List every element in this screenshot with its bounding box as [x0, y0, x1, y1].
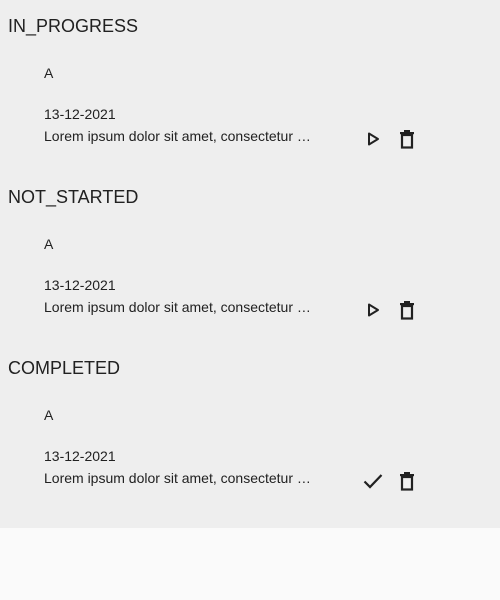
task-board-panel: IN_PROGRESS A 13-12-2021 Lorem ipsum dol… [0, 0, 500, 528]
trash-icon [400, 130, 414, 149]
task-date: 13-12-2021 [44, 106, 116, 122]
trash-icon [400, 472, 414, 491]
play-icon [368, 132, 379, 146]
task-title: A [44, 236, 54, 252]
play-icon [368, 303, 379, 317]
task-date: 13-12-2021 [44, 277, 116, 293]
task-description: Lorem ipsum dolor sit amet, consectetur … [44, 470, 312, 486]
task-title: A [44, 65, 54, 81]
task-description: Lorem ipsum dolor sit amet, consectetur … [44, 128, 312, 144]
start-task-button[interactable] [359, 125, 387, 153]
section-title: IN_PROGRESS [8, 16, 139, 36]
section-completed: COMPLETED A 13-12-2021 Lorem ipsum dolor… [0, 342, 500, 513]
delete-task-button[interactable] [393, 125, 421, 153]
trash-icon [400, 301, 414, 320]
section-in-progress: IN_PROGRESS A 13-12-2021 Lorem ipsum dol… [0, 0, 500, 171]
section-title: COMPLETED [8, 358, 121, 378]
section-title: NOT_STARTED [8, 187, 139, 207]
task-title: A [44, 407, 54, 423]
check-icon [363, 474, 383, 489]
delete-task-button[interactable] [393, 467, 421, 495]
section-not-started: NOT_STARTED A 13-12-2021 Lorem ipsum dol… [0, 171, 500, 342]
delete-task-button[interactable] [393, 296, 421, 324]
start-task-button[interactable] [359, 296, 387, 324]
complete-task-button[interactable] [359, 467, 387, 495]
task-description: Lorem ipsum dolor sit amet, consectetur … [44, 299, 312, 315]
task-date: 13-12-2021 [44, 448, 116, 464]
